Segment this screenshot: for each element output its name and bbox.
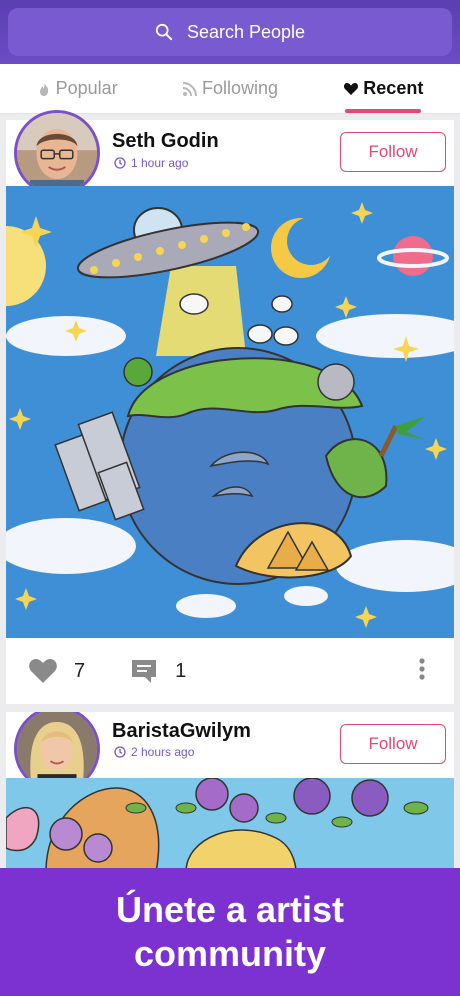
tab-popular-label: Popular (55, 78, 118, 98)
header: Search People (0, 0, 460, 64)
post-time-text: 1 hour ago (131, 156, 189, 170)
more-vertical-icon (419, 657, 425, 680)
promo-text: Únete a artist community (115, 889, 345, 974)
post-actions: 7 1 (6, 638, 454, 704)
search-placeholder: Search People (186, 21, 306, 42)
tab-following-label: Following (201, 78, 279, 98)
comment-icon (132, 660, 157, 683)
post-card: Seth Godin 1 hour ago Follow 7 1 (6, 110, 454, 704)
post-artwork[interactable] (6, 778, 454, 872)
feed-tabs: Popular Following Recent (0, 64, 460, 114)
search-icon (155, 23, 173, 41)
avatar[interactable] (14, 110, 100, 196)
tab-popular[interactable]: Popular (0, 64, 153, 113)
heart-icon (29, 659, 57, 683)
clock-icon (114, 746, 126, 758)
follow-button[interactable]: Follow (340, 724, 446, 764)
promo-banner: Únete a artist community (0, 868, 460, 996)
more-options-button[interactable] (418, 657, 426, 686)
search-bar[interactable]: Search People (8, 8, 452, 56)
post-time: 1 hour ago (114, 156, 188, 170)
post-card: BaristaGwilym 2 hours ago Follow (6, 712, 454, 872)
tab-following[interactable]: Following (153, 64, 306, 113)
tab-recent-label: Recent (363, 78, 424, 98)
clock-icon (114, 157, 126, 169)
author-name[interactable]: Seth Godin (112, 130, 219, 153)
like-count: 7 (74, 659, 86, 682)
follow-button[interactable]: Follow (340, 132, 446, 172)
author-name[interactable]: BaristaGwilym (112, 720, 251, 743)
tab-recent[interactable]: Recent (307, 64, 460, 113)
rss-icon (182, 81, 197, 96)
heart-icon (344, 82, 359, 95)
post-artwork[interactable] (6, 186, 454, 638)
post-time: 2 hours ago (114, 745, 194, 759)
comment-count: 1 (175, 659, 187, 682)
flame-icon (39, 81, 48, 96)
like-button[interactable]: 7 (28, 657, 85, 685)
post-time-text: 2 hours ago (131, 745, 195, 759)
comment-button[interactable]: 1 (129, 657, 186, 685)
